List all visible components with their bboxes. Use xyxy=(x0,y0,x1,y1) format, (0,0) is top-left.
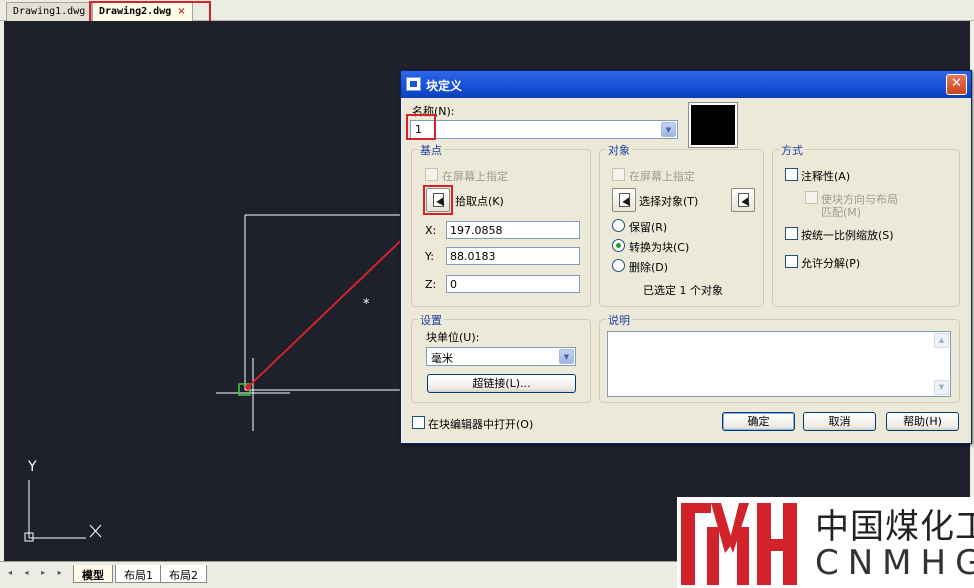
watermark-cn-text: 中国煤化工 xyxy=(815,507,974,547)
base-x-input[interactable]: 197.0858 xyxy=(446,221,580,239)
layout-nav-arrows[interactable]: ◂ ◂ ▸ ▸ xyxy=(8,568,67,577)
block-name-value: 1 xyxy=(415,123,422,136)
y-label: Y: xyxy=(425,250,434,263)
select-objects-button[interactable] xyxy=(612,188,636,212)
description-label: 说明 xyxy=(606,312,632,328)
objects-label: 对象 xyxy=(606,142,632,158)
base-z-input[interactable]: 0 xyxy=(446,275,580,293)
base-specify-on-screen-label: 在屏幕上指定 xyxy=(442,170,508,183)
retain-radio[interactable] xyxy=(612,219,625,232)
quick-select-button[interactable] xyxy=(731,188,755,212)
scale-uniformly-label: 按统一比例缩放(S) xyxy=(801,229,894,242)
close-icon[interactable]: × xyxy=(177,6,185,17)
cancel-button[interactable]: 取消 xyxy=(803,412,876,431)
name-label: 名称(N): xyxy=(412,105,455,118)
retain-label: 保留(R) xyxy=(629,221,668,234)
dialog-titlebar[interactable]: 块定义 ✕ xyxy=(401,71,971,98)
tab-drawing2[interactable]: Drawing2.dwg × xyxy=(92,2,193,21)
scroll-up-icon[interactable]: ▲ xyxy=(934,333,949,348)
hyperlink-button[interactable]: 超链接(L)... xyxy=(427,374,576,393)
base-point-label: 基点 xyxy=(418,142,444,158)
delete-label: 删除(D) xyxy=(629,261,669,274)
select-objects-label: 选择对象(T) xyxy=(639,195,699,208)
description-textarea[interactable]: ▲ ▼ xyxy=(607,331,951,397)
objects-specify-on-screen-checkbox[interactable] xyxy=(612,168,625,181)
z-label: Z: xyxy=(425,278,437,291)
base-specify-on-screen-checkbox[interactable] xyxy=(425,168,438,181)
objects-specify-on-screen-label: 在屏幕上指定 xyxy=(629,170,695,183)
match-orientation-label-2: 匹配(M) xyxy=(821,206,862,219)
open-in-editor-checkbox[interactable] xyxy=(412,416,425,429)
watermark-en-text: CNMHG xyxy=(815,543,974,583)
settings-label: 设置 xyxy=(418,312,444,328)
block-unit-label: 块单位(U): xyxy=(426,331,480,344)
cad-window: Drawing1.dwg Drawing2.dwg × * Y ◂ ◂ ▸ ▸ 模… xyxy=(0,0,974,588)
block-unit-value: 毫米 xyxy=(431,352,453,365)
match-orientation-checkbox[interactable] xyxy=(805,191,818,204)
scroll-down-icon[interactable]: ▼ xyxy=(934,380,949,395)
logo-mark-icon xyxy=(681,503,797,585)
tab-label: Drawing1.dwg xyxy=(13,6,86,17)
dialog-close-button[interactable]: ✕ xyxy=(946,74,967,95)
convert-to-block-label: 转换为块(C) xyxy=(629,241,690,254)
help-button[interactable]: 帮助(H) xyxy=(886,412,959,431)
dialog-title: 块定义 xyxy=(426,79,463,93)
block-name-combo[interactable]: 1 ▼ xyxy=(410,120,678,139)
tab-layout1[interactable]: 布局1 xyxy=(115,565,162,583)
app-icon xyxy=(406,77,421,91)
annotative-checkbox[interactable] xyxy=(785,168,798,181)
base-y-input[interactable]: 88.0183 xyxy=(446,247,580,265)
open-in-editor-label: 在块编辑器中打开(O) xyxy=(428,418,534,431)
allow-exploding-checkbox[interactable] xyxy=(785,255,798,268)
block-unit-select[interactable]: 毫米 ▼ xyxy=(426,347,576,366)
behavior-label: 方式 xyxy=(779,142,805,158)
tab-layout2[interactable]: 布局2 xyxy=(160,565,207,583)
center-marker-icon: * xyxy=(363,297,370,312)
chevron-down-icon[interactable]: ▼ xyxy=(661,122,676,137)
document-tab-bar: Drawing1.dwg Drawing2.dwg × xyxy=(0,0,974,21)
selected-count-text: 已选定 1 个对象 xyxy=(643,284,723,297)
scale-uniformly-checkbox[interactable] xyxy=(785,227,798,240)
chevron-down-icon[interactable]: ▼ xyxy=(559,349,574,364)
annotative-label: 注释性(A) xyxy=(801,170,851,183)
delete-radio[interactable] xyxy=(612,259,625,272)
annotation-arrow-head xyxy=(245,384,251,390)
allow-exploding-label: 允许分解(P) xyxy=(801,257,861,270)
convert-to-block-radio[interactable] xyxy=(612,239,625,252)
x-label: X: xyxy=(425,224,437,237)
block-preview xyxy=(688,102,738,148)
pick-point-label: 拾取点(K) xyxy=(455,195,504,208)
watermark-logo: 中国煤化工 CNMHG xyxy=(677,497,974,588)
ok-button[interactable]: 确定 xyxy=(722,412,795,431)
pick-point-button[interactable] xyxy=(426,188,450,212)
ucs-y-label: Y xyxy=(28,459,37,475)
tab-model[interactable]: 模型 xyxy=(73,565,113,583)
tab-drawing1[interactable]: Drawing1.dwg xyxy=(6,2,93,21)
block-definition-dialog: 块定义 ✕ 名称(N): 1 ▼ 基点 在屏幕上指定 拾取点(K) X: 197… xyxy=(400,70,972,444)
tab-label: Drawing2.dwg xyxy=(99,6,172,17)
